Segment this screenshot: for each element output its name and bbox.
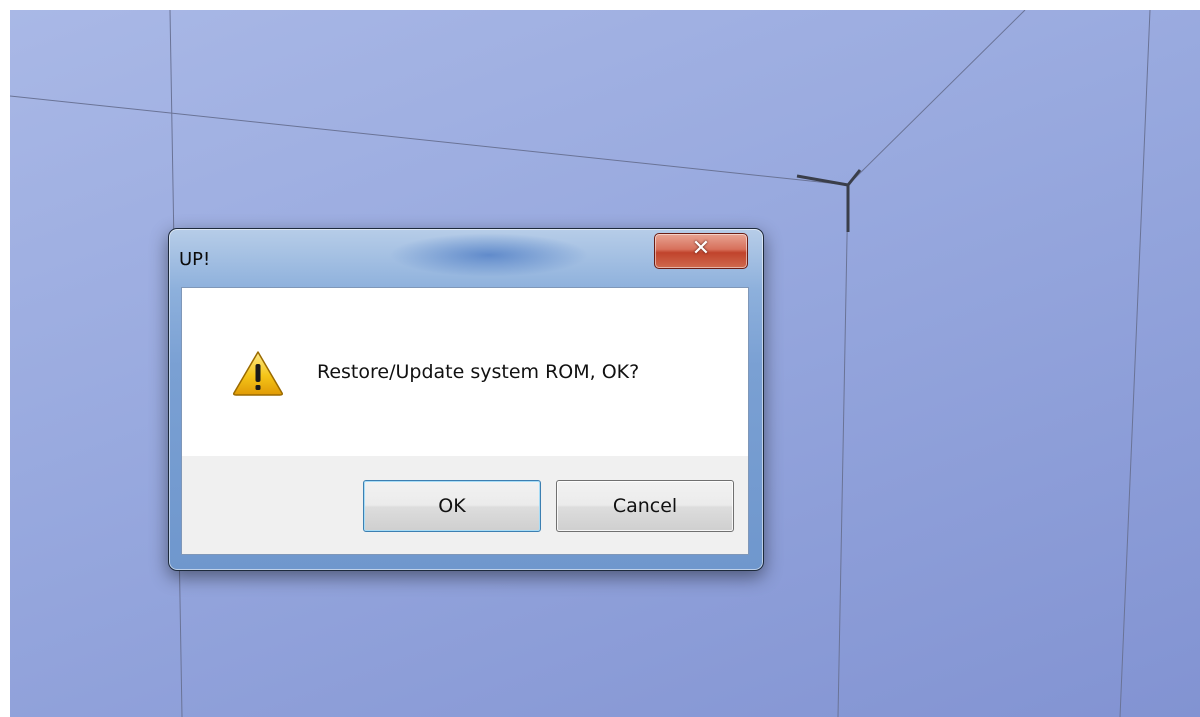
grid-edge-right: [1119, 10, 1151, 717]
screen: UP! ✕ Restore/Update system ROM, OK? OK …: [0, 0, 1200, 717]
grid-edge-top: [10, 95, 849, 186]
cancel-button[interactable]: Cancel: [556, 480, 734, 532]
message-text: Restore/Update system ROM, OK?: [317, 361, 640, 383]
dialog-client-area: Restore/Update system ROM, OK? OK Cancel: [181, 287, 749, 555]
grid-edge-vertical: [837, 184, 849, 717]
message-dialog: UP! ✕ Restore/Update system ROM, OK? OK …: [168, 228, 764, 571]
warning-icon: [233, 351, 283, 396]
button-bar: OK Cancel: [182, 456, 748, 554]
titlebar-glow: [389, 233, 589, 277]
grid-edge-diagonal: [847, 10, 1026, 186]
message-area: Restore/Update system ROM, OK?: [182, 288, 748, 456]
ok-button[interactable]: OK: [363, 480, 541, 532]
dialog-title: UP!: [179, 249, 211, 270]
dialog-titlebar[interactable]: UP! ✕: [169, 229, 763, 285]
corner-marker-y: [846, 169, 862, 186]
close-button[interactable]: ✕: [654, 233, 748, 269]
close-icon: ✕: [691, 236, 711, 261]
